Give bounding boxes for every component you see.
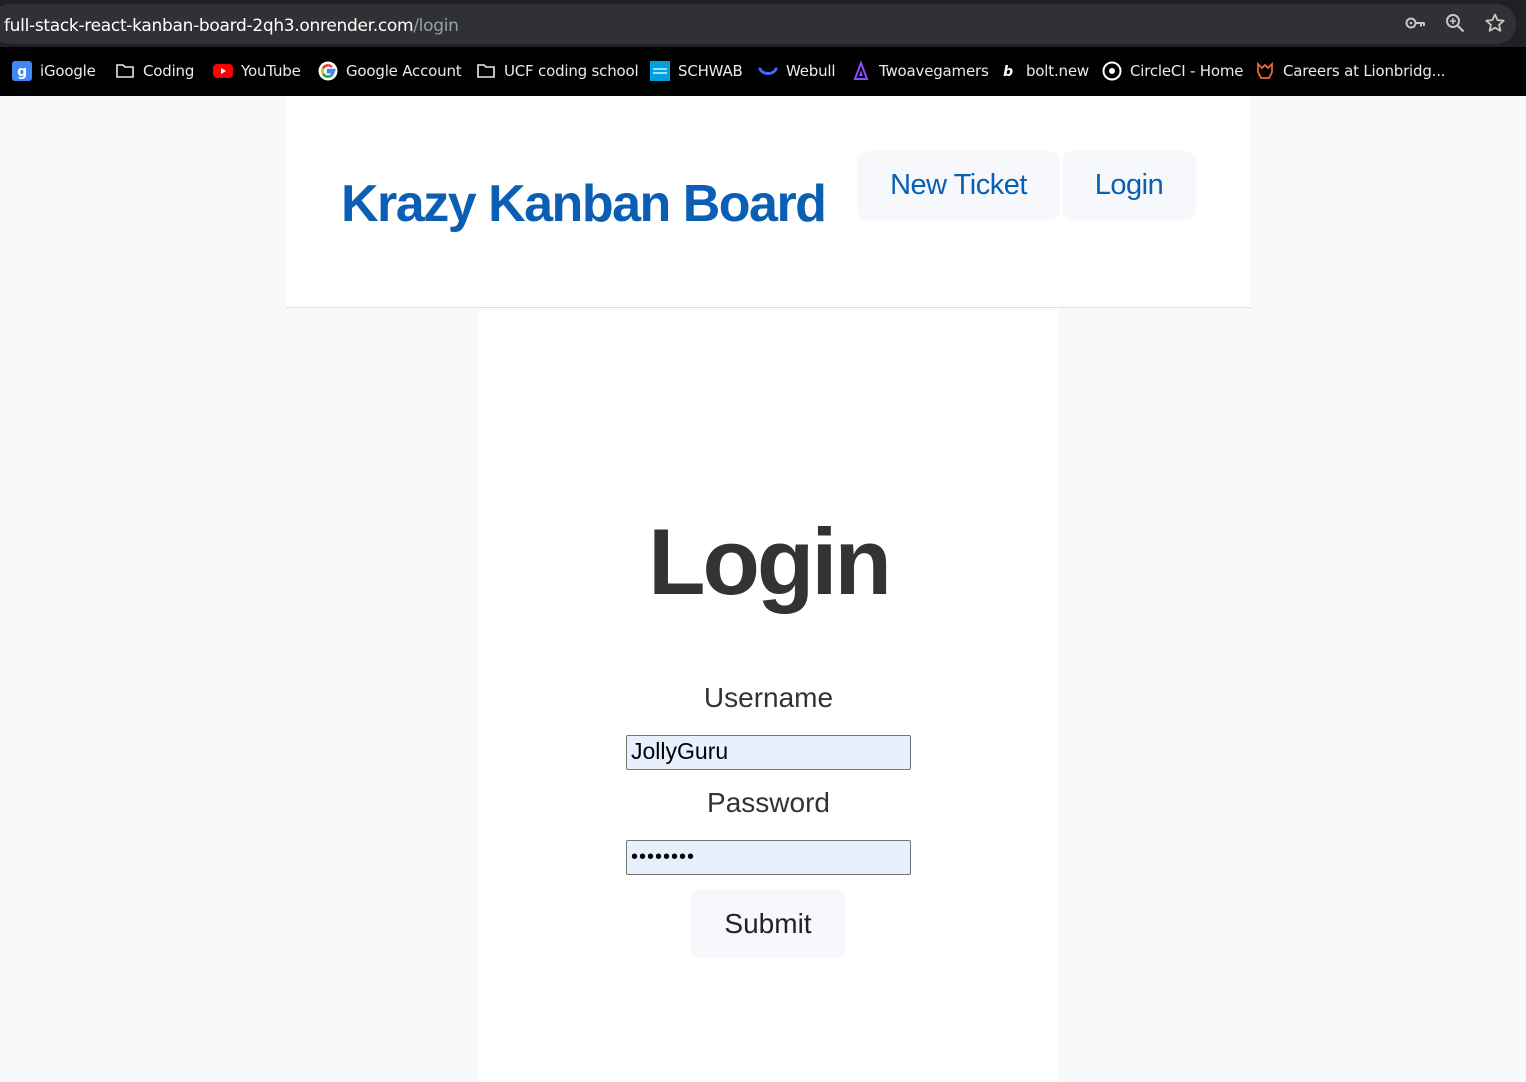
url-field[interactable]: full-stack-react-kanban-board-2qh3.onren… [0,4,1516,44]
zoom-icon[interactable] [1444,12,1466,34]
folder-icon [115,61,135,81]
folder-icon [476,61,496,81]
bookmark-label: bolt.new [1026,62,1089,80]
bookmark-bolt[interactable]: b bolt.new [998,60,1089,82]
bookmark-label: Webull [786,62,836,80]
igoogle-icon: g [12,61,32,81]
url-path: /login [413,16,459,36]
password-label: Password [707,787,830,818]
app-header: Krazy Kanban Board New Ticket Login [286,96,1251,308]
lionbridge-icon [1255,61,1275,81]
bookmarks-bar: g iGoogle Coding YouTube Google Account … [0,47,1526,96]
username-field[interactable]: JollyGuru [626,735,911,770]
bookmark-webull[interactable]: Webull [758,60,836,82]
login-form-panel: Login Username JollyGuru Password ••••••… [479,308,1058,1082]
bookmark-label: Careers at Lionbridg... [1283,62,1446,80]
bookmark-schwab[interactable]: SCHWAB [650,60,743,82]
page-title: Login [648,509,892,614]
circleci-icon [1102,61,1122,81]
browser-address-bar: full-stack-react-kanban-board-2qh3.onren… [0,0,1526,47]
key-icon[interactable] [1404,12,1426,34]
bookmark-label: SCHWAB [678,62,743,80]
bolt-icon: b [998,61,1018,81]
bookmark-google-account[interactable]: Google Account [318,60,462,82]
url-host: full-stack-react-kanban-board-2qh3.onren… [4,16,414,36]
bookmark-label: Google Account [346,62,462,80]
bookmark-label: Coding [143,62,195,80]
bookmark-lionbridge[interactable]: Careers at Lionbridg... [1255,60,1446,82]
schwab-icon [650,61,670,81]
new-ticket-button[interactable]: New Ticket [857,151,1060,220]
login-nav-button[interactable]: Login [1062,151,1196,220]
bookmark-label: CircleCI - Home [1130,62,1244,80]
username-label: Username [703,682,834,713]
bookmark-label: UCF coding school [504,62,639,80]
password-field[interactable]: •••••••• [626,840,911,875]
youtube-icon [213,61,233,81]
bookmark-circleci[interactable]: CircleCI - Home [1102,60,1243,82]
brand-title[interactable]: Krazy Kanban Board [341,174,827,234]
star-icon[interactable] [1484,12,1506,34]
bookmark-label: Twoavegamers [879,62,989,80]
google-icon [318,61,338,81]
svg-text:b: b [1003,64,1013,80]
bookmark-label: iGoogle [40,62,96,80]
bookmark-youtube[interactable]: YouTube [213,60,301,82]
bookmark-twoavegamers[interactable]: Twoavegamers [851,60,989,82]
webull-icon [758,61,778,81]
svg-text:g: g [17,64,27,80]
url-text: full-stack-react-kanban-board-2qh3.onren… [4,16,459,36]
bookmark-label: YouTube [241,62,301,80]
twoavegamers-icon [851,61,871,81]
bookmark-igoogle[interactable]: g iGoogle [12,60,96,82]
bookmark-ucf-coding-school[interactable]: UCF coding school [476,60,639,82]
submit-button[interactable]: Submit [691,889,845,958]
bookmark-coding[interactable]: Coding [115,60,194,82]
